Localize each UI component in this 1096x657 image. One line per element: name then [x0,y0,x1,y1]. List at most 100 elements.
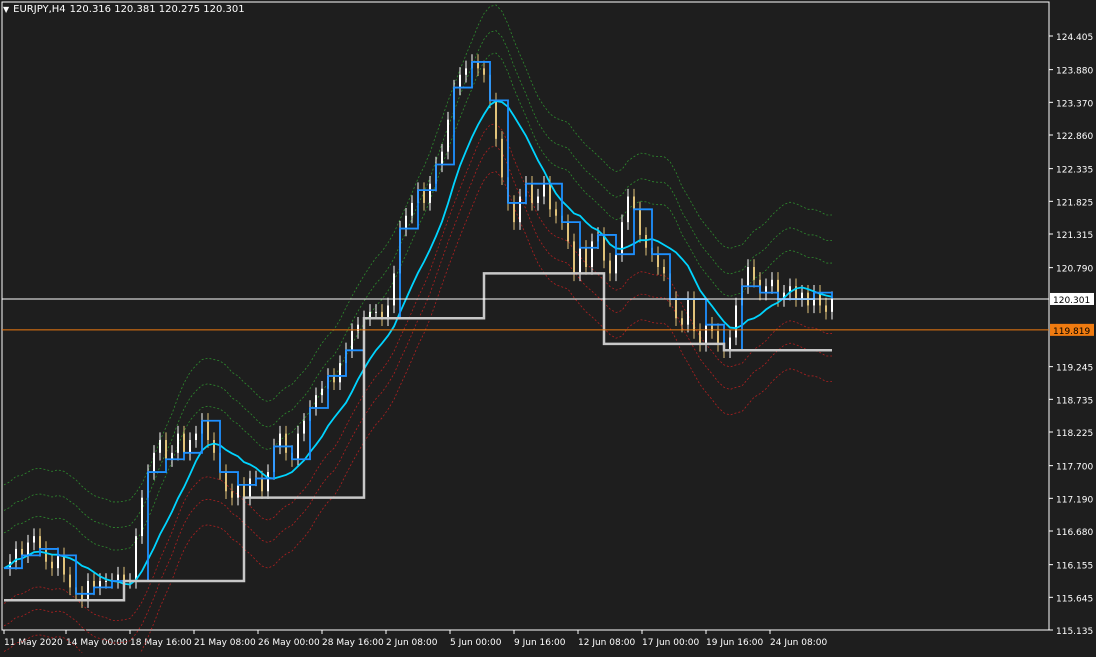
y-tick-label: 120.790 [1056,265,1093,275]
candle-body [117,574,119,581]
price-chart[interactable]: 124.405 123.880 123.370 122.860 122.335 121.8… [0,0,1096,657]
y-tick-label: 115.135 [1056,627,1093,637]
candle-body [675,299,677,319]
candle-body [753,267,755,280]
candle-body [27,542,29,556]
candle-body [831,299,833,312]
candle-body [543,183,545,197]
candle-body [495,100,497,139]
candle-body [87,580,89,601]
price-tag-label: 119.819 [1053,327,1090,337]
candle-body [447,119,449,152]
candle-body [513,202,515,223]
y-tick-label: 117.190 [1056,495,1093,505]
dropdown-arrow-icon[interactable]: ▼ [3,5,9,14]
candle-body [171,452,173,460]
y-tick-label: 119.245 [1056,364,1093,374]
candle-body [717,331,719,344]
step-ma-line [4,61,833,595]
candle-body [63,555,65,575]
y-tick-label: 123.370 [1056,99,1093,109]
band-line [3,30,832,528]
candle-body [135,536,137,581]
candle-body [189,440,191,453]
candle-body [105,580,107,582]
candle-body [333,375,335,383]
symbol-label: EURJPY,H4 [13,4,66,15]
candle-body [231,491,233,498]
envelope-bands [3,4,832,657]
candle-body [375,311,377,313]
candle-body [663,267,665,274]
candle-body [627,196,629,223]
candle-body [735,305,737,338]
x-tick-label: 18 May 16:00 [130,638,192,648]
chart-area[interactable]: ▼ EURJPY,H4 120.316 120.381 120.275 120.… [0,0,1096,657]
y-tick-label: 121.825 [1056,198,1093,208]
candle-body [237,484,239,498]
candle-body [93,580,95,588]
candle-body [45,548,47,562]
y-tick-label: 122.860 [1056,132,1093,142]
x-tick-label: 17 Jun 00:00 [642,638,699,648]
candle-body [297,433,299,460]
candle-body [567,222,569,242]
y-tick-label: 122.335 [1056,166,1093,176]
candle-body [579,247,581,274]
y-tick-label: 118.225 [1056,429,1093,439]
candle-body [633,196,635,210]
candle-body [261,478,263,492]
candle-body [213,440,215,453]
y-tick-label: 123.880 [1056,67,1093,77]
candle-body [591,241,593,267]
candle-body [531,183,533,203]
y-tick-label: 118.735 [1056,396,1093,406]
x-tick-label: 21 May 08:00 [194,638,256,648]
chart-title-bar[interactable]: ▼ EURJPY,H4 120.316 120.381 120.275 120.… [3,4,245,15]
candle-body [159,440,161,453]
candle-body [681,318,683,325]
candle-body [687,299,689,325]
price-tag-label: 120.301 [1053,296,1090,306]
candle-body [153,452,155,473]
candle-body [423,190,425,203]
candle-body [285,433,287,453]
candle-body [501,138,503,178]
candle-body [207,420,209,441]
candle-body [183,433,185,453]
candle-body [39,536,41,549]
candles [9,54,833,608]
candle-body [405,215,407,229]
candle-body [33,536,35,543]
candle-body [225,472,227,492]
candle-body [411,202,413,216]
candle-body [165,440,167,460]
candle-body [351,331,353,351]
x-tick-label: 19 Jun 16:00 [706,638,763,648]
candle-body [393,273,395,306]
x-tick-label: 2 Jun 08:00 [386,638,438,648]
candle-body [639,209,641,235]
x-tick-label: 9 Jun 16:00 [514,638,566,648]
candle-body [387,305,389,319]
candle-body [765,286,767,293]
candle-body [699,331,701,344]
candle-body [57,555,59,569]
candle-body [747,267,749,287]
x-tick-label: 26 May 00:00 [258,638,320,648]
candle-body [729,337,731,351]
candle-body [321,388,323,396]
candle-body [705,324,707,344]
candle-body [645,234,647,248]
y-tick-label: 116.680 [1056,528,1093,538]
y-tick-label: 124.405 [1056,33,1093,43]
candle-body [615,254,617,274]
candle-body [477,61,479,69]
candle-body [267,472,269,492]
candle-body [315,395,317,408]
candle-body [243,484,245,498]
candle-body [537,196,539,203]
x-tick-label: 11 May 2020 [4,638,63,648]
candle-body [429,183,431,203]
y-tick-label: 117.700 [1056,463,1093,473]
